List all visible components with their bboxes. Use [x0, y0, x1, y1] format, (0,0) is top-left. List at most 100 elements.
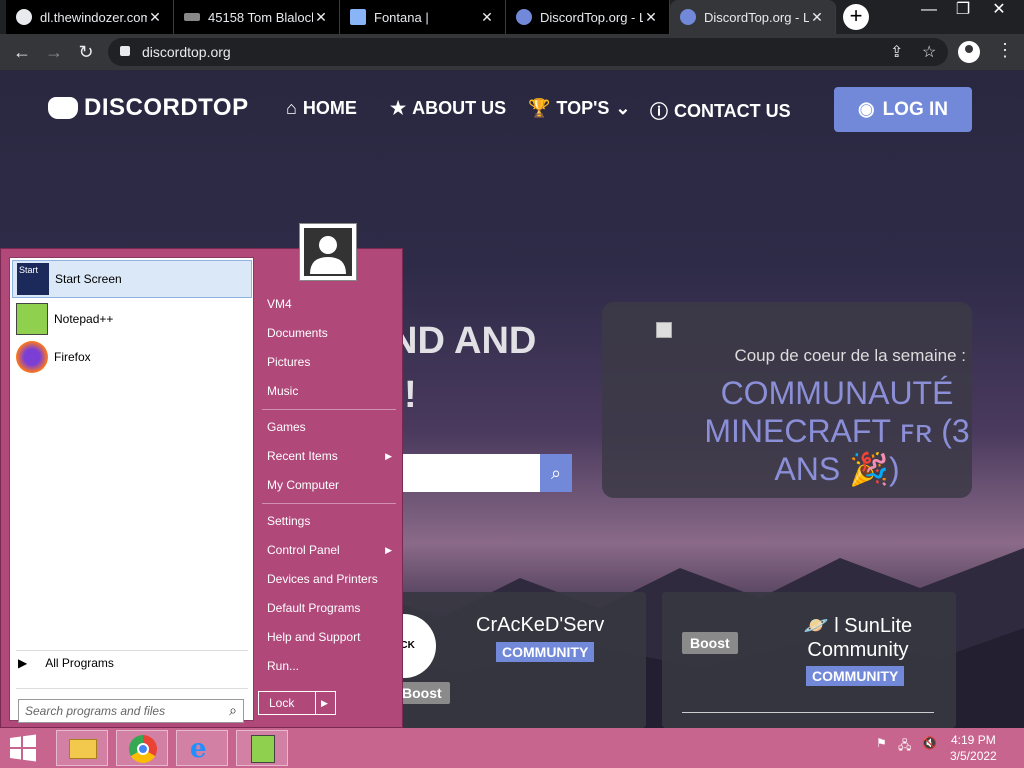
- close-icon[interactable]: ✕: [643, 9, 659, 26]
- user-account-picture[interactable]: [300, 224, 356, 280]
- site-search-button[interactable]: ⌕: [540, 454, 572, 492]
- start-screen-label: Start Screen: [55, 272, 122, 286]
- site-search-input[interactable]: [400, 454, 540, 492]
- notepadpp-item[interactable]: Notepad++: [12, 300, 252, 338]
- divider: [315, 692, 316, 714]
- recent-items-item[interactable]: Recent Items ▶: [260, 443, 398, 469]
- divider: [16, 688, 248, 689]
- tab-discordtop-2[interactable]: DiscordTop.org - L ✕: [670, 0, 836, 34]
- lock-label: Lock: [269, 696, 295, 710]
- nav-tops[interactable]: 🏆 TOP'S ⌄: [528, 98, 630, 119]
- windows-start-icon[interactable]: [8, 734, 38, 762]
- divider: [262, 409, 396, 410]
- start-search-input[interactable]: Search programs and files ⌕: [18, 699, 244, 723]
- maximize-button[interactable]: ❐: [946, 0, 980, 34]
- run-item[interactable]: Run...: [260, 653, 398, 679]
- forward-arrow-icon[interactable]: →: [42, 40, 66, 64]
- firefox-label: Firefox: [54, 350, 91, 364]
- nav-about[interactable]: ★ ABOUT US: [390, 98, 506, 119]
- games-item[interactable]: Games: [260, 414, 398, 440]
- chrome-icon[interactable]: [116, 730, 168, 766]
- divider: [682, 712, 934, 713]
- site-logo[interactable]: DISCORDTOP: [48, 94, 249, 122]
- recent-items-label: Recent Items: [267, 449, 338, 463]
- bookmark-star-icon[interactable]: ☆: [922, 42, 936, 62]
- menu-kebab-icon[interactable]: ⋮: [996, 40, 1014, 61]
- trophy-icon: 🏆: [528, 98, 551, 118]
- community-badge: COMMUNITY: [496, 642, 595, 662]
- start-screen-item[interactable]: Start Start Screen: [12, 260, 252, 298]
- default-programs-item[interactable]: Default Programs: [260, 595, 398, 621]
- server-card-cracked[interactable]: ACK CrAcKeD'Serv COMMUNITY Boost: [366, 592, 646, 728]
- featured-server-name[interactable]: COMMUNAUTÉ MINECRAFT ꜰʀ (3 ANS 🎉): [702, 374, 972, 488]
- discordtop-logo-icon: [48, 97, 78, 119]
- address-bar[interactable]: discordtop.org ⇪ ☆: [108, 38, 948, 66]
- featured-server-card[interactable]: Coup de coeur de la semaine : COMMUNAUTÉ…: [602, 302, 972, 498]
- volume-muted-icon[interactable]: 🔇: [922, 736, 937, 750]
- firefox-icon: [16, 341, 48, 373]
- notepadpp-icon: [16, 303, 48, 335]
- close-icon[interactable]: ✕: [147, 9, 163, 26]
- music-item[interactable]: Music: [260, 378, 398, 404]
- all-programs-button[interactable]: ▶ All Programs: [18, 656, 114, 670]
- divider: [262, 503, 396, 504]
- boost-button[interactable]: Boost: [682, 632, 738, 654]
- start-menu: Start Start Screen Notepad++ Firefox ▶ A…: [0, 248, 403, 728]
- my-computer-item[interactable]: My Computer: [260, 472, 398, 498]
- documents-item[interactable]: Documents: [260, 320, 398, 346]
- share-icon[interactable]: ⇪: [890, 42, 903, 62]
- close-icon[interactable]: ✕: [809, 9, 825, 26]
- minimize-button[interactable]: —: [912, 0, 946, 34]
- triangle-right-icon[interactable]: ▶: [321, 692, 328, 714]
- tab-discordtop-1[interactable]: DiscordTop.org - L ✕: [506, 0, 670, 34]
- system-clock[interactable]: 4:19 PM 3/5/2022: [950, 732, 997, 764]
- file-explorer-icon[interactable]: [56, 730, 108, 766]
- settings-item[interactable]: Settings: [260, 508, 398, 534]
- all-programs-label: All Programs: [45, 656, 114, 670]
- close-icon[interactable]: ✕: [479, 9, 495, 26]
- control-panel-item[interactable]: Control Panel ▶: [260, 537, 398, 563]
- globe-icon: [16, 9, 32, 25]
- taskbar: e ⚑ 🖧 🔇 4:19 PM 3/5/2022: [0, 728, 1024, 768]
- triangle-right-icon: ▶: [18, 656, 28, 670]
- pictures-item[interactable]: Pictures: [260, 349, 398, 375]
- search-icon[interactable]: ⌕: [229, 702, 237, 719]
- tab-title: 45158 Tom Blalock: [208, 9, 313, 25]
- new-tab-button[interactable]: +: [843, 4, 869, 30]
- server-card-title[interactable]: CrAcKeD'Serv: [476, 614, 604, 637]
- network-icon[interactable]: 🖧: [898, 736, 911, 757]
- firefox-item[interactable]: Firefox: [12, 338, 252, 376]
- user-folder-item[interactable]: VM4: [260, 291, 398, 317]
- help-support-item[interactable]: Help and Support: [260, 624, 398, 650]
- lock-icon[interactable]: [120, 46, 130, 56]
- fontana-icon: [350, 9, 366, 25]
- community-badge: COMMUNITY: [806, 666, 905, 686]
- tab-fontana[interactable]: Fontana | ✕: [340, 0, 506, 34]
- internet-explorer-icon[interactable]: e: [176, 730, 228, 766]
- notepadpp-icon[interactable]: [236, 730, 288, 766]
- server-card-title[interactable]: 🪐 l SunLite Community: [788, 614, 928, 662]
- back-arrow-icon[interactable]: ←: [10, 40, 34, 64]
- lock-button[interactable]: Lock ▶: [258, 691, 336, 715]
- server-card-sunlite[interactable]: Boost 🪐 l SunLite Community COMMUNITY: [662, 592, 956, 728]
- nav-home[interactable]: ⌂ HOME: [286, 98, 357, 119]
- discord-icon: [516, 9, 532, 25]
- tab-thewindozer[interactable]: dl.thewindozer.com ✕: [6, 0, 174, 34]
- start-screen-icon: Start: [17, 263, 49, 295]
- nav-contact-label: CONTACT US: [674, 100, 791, 121]
- close-icon[interactable]: ✕: [313, 9, 329, 26]
- devices-printers-item[interactable]: Devices and Printers: [260, 566, 398, 592]
- reload-icon[interactable]: ↻: [74, 40, 98, 64]
- url-text[interactable]: discordtop.org: [142, 44, 231, 60]
- tab-title: DiscordTop.org - L: [704, 9, 809, 25]
- close-window-button[interactable]: ✕: [982, 0, 1016, 34]
- nav-contact[interactable]: ⓘ CONTACT US: [650, 98, 791, 124]
- tab-strip: dl.thewindozer.com ✕ 45158 Tom Blalock ✕…: [0, 0, 1024, 34]
- browser-toolbar: ← → ↻ discordtop.org ⇪ ☆ ⋮: [0, 34, 1024, 70]
- info-icon: ⓘ: [650, 102, 668, 122]
- home-icon: ⌂: [286, 98, 297, 118]
- tab-tom-blalock[interactable]: 45158 Tom Blalock ✕: [174, 0, 340, 34]
- action-center-flag-icon[interactable]: ⚑: [876, 736, 887, 750]
- login-button[interactable]: ◉ LOG IN: [834, 87, 972, 132]
- profile-avatar-icon[interactable]: [958, 41, 980, 63]
